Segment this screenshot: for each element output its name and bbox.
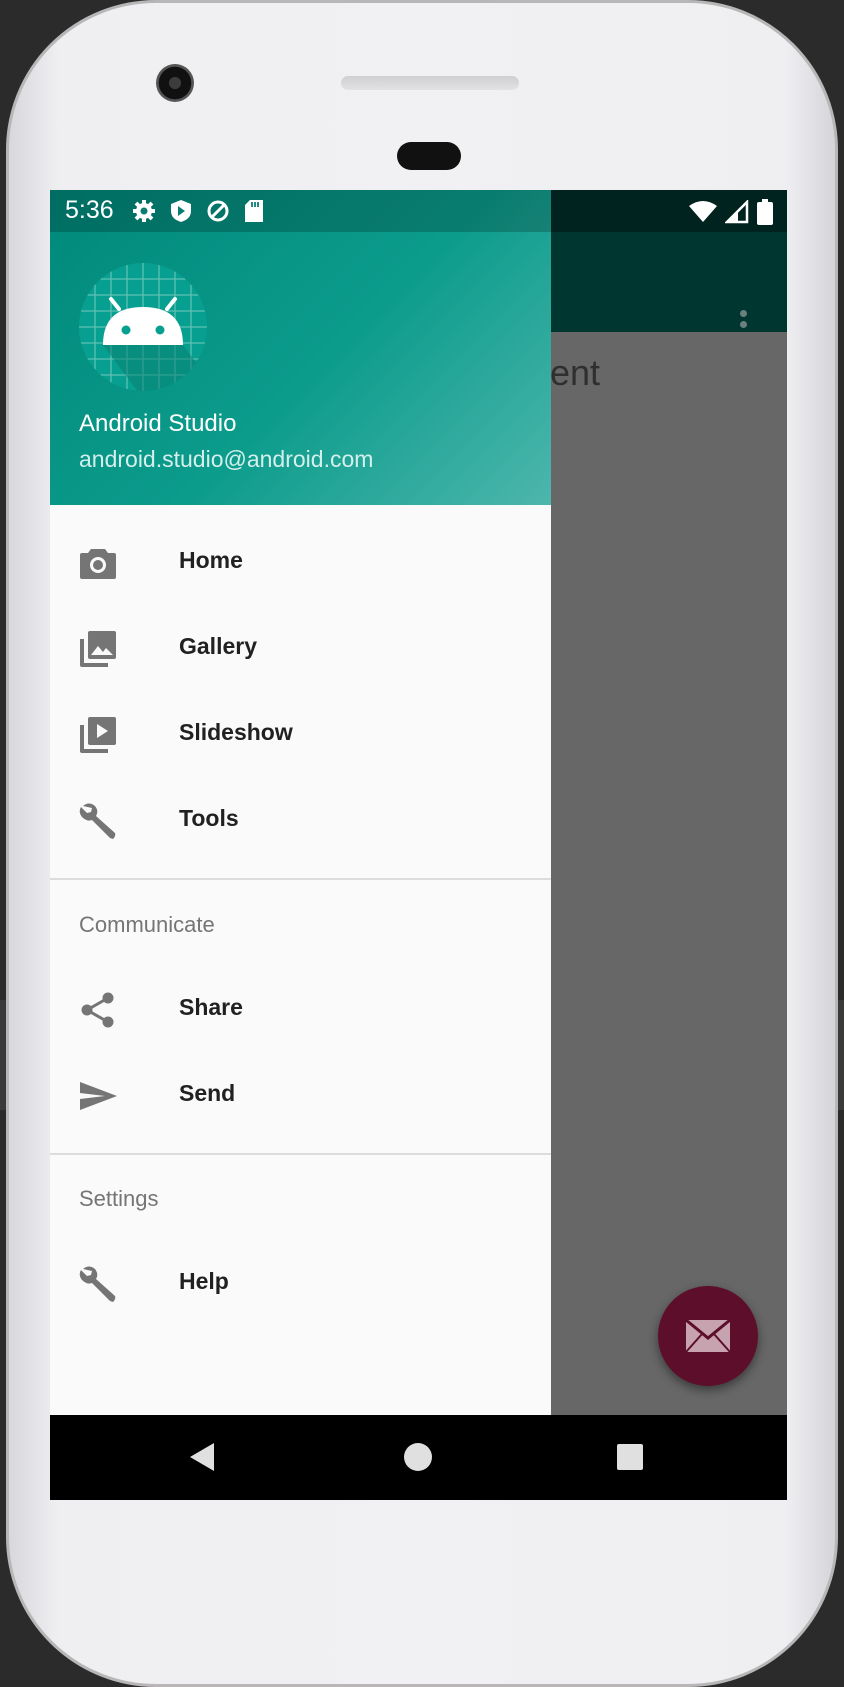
device-screen: ent 5:36 Android Studio android.studio@a… [50,190,787,1500]
recents-square-icon [617,1444,643,1470]
avatar[interactable] [79,263,207,391]
earpiece-speaker [341,76,519,90]
user-name: Android Studio [79,410,237,437]
drawer-status-bar: 5:36 [50,190,551,232]
notification-icons [132,199,264,223]
drawer-item-help[interactable]: Help [50,1241,551,1327]
share-icon [81,992,114,1028]
navigation-drawer: 5:36 Android Studio android.studio@andro… [50,190,551,1415]
drawer-item-share[interactable]: Share [50,967,551,1053]
drawer-divider [50,878,551,880]
drawer-item-home[interactable]: Home [50,520,551,606]
email-fab[interactable] [658,1286,758,1386]
system-status-icons [689,199,773,225]
drawer-item-label: Share [179,994,243,1020]
drawer-item-label: Send [179,1080,236,1106]
drawer-item-label: Tools [179,805,239,831]
recents-button[interactable] [610,1437,650,1477]
back-triangle-icon [190,1443,214,1471]
drawer-item-label: Help [179,1268,229,1294]
data-saver-icon [207,200,229,222]
front-camera [156,64,194,102]
proximity-sensor [397,142,461,170]
android-logo-icon [79,263,207,391]
drawer-item-slideshow[interactable]: Slideshow [50,692,551,778]
drawer-item-gallery[interactable]: Gallery [50,606,551,692]
drawer-item-tools[interactable]: Tools [50,778,551,864]
drawer-divider [50,1153,551,1155]
home-button[interactable] [398,1437,438,1477]
user-email: android.studio@android.com [79,446,374,472]
send-icon [80,1082,117,1110]
back-button[interactable] [182,1437,222,1477]
cell-signal-icon [725,200,749,224]
gear-icon [133,200,155,222]
drawer-item-label: Slideshow [179,719,293,745]
wifi-icon [689,201,717,222]
mail-icon [685,1319,731,1353]
app-content-text: ent [550,352,601,393]
shield-icon [171,200,191,222]
drawer-item-send[interactable]: Send [50,1053,551,1139]
wrench-icon [79,1266,116,1302]
gallery-icon [80,631,116,667]
status-clock: 5:36 [65,196,114,224]
sd-card-icon [245,200,263,222]
camera-icon [80,549,116,579]
battery-icon [757,199,773,225]
system-navigation-bar [50,1415,787,1500]
drawer-header: 5:36 Android Studio android.studio@andro… [50,190,551,505]
section-title-communicate: Communicate [79,912,215,937]
section-title-settings: Settings [79,1186,159,1211]
wrench-icon [79,803,116,839]
drawer-item-label: Home [179,547,243,573]
slideshow-icon [80,717,116,753]
drawer-item-label: Gallery [179,633,257,659]
home-circle-icon [404,1443,432,1471]
